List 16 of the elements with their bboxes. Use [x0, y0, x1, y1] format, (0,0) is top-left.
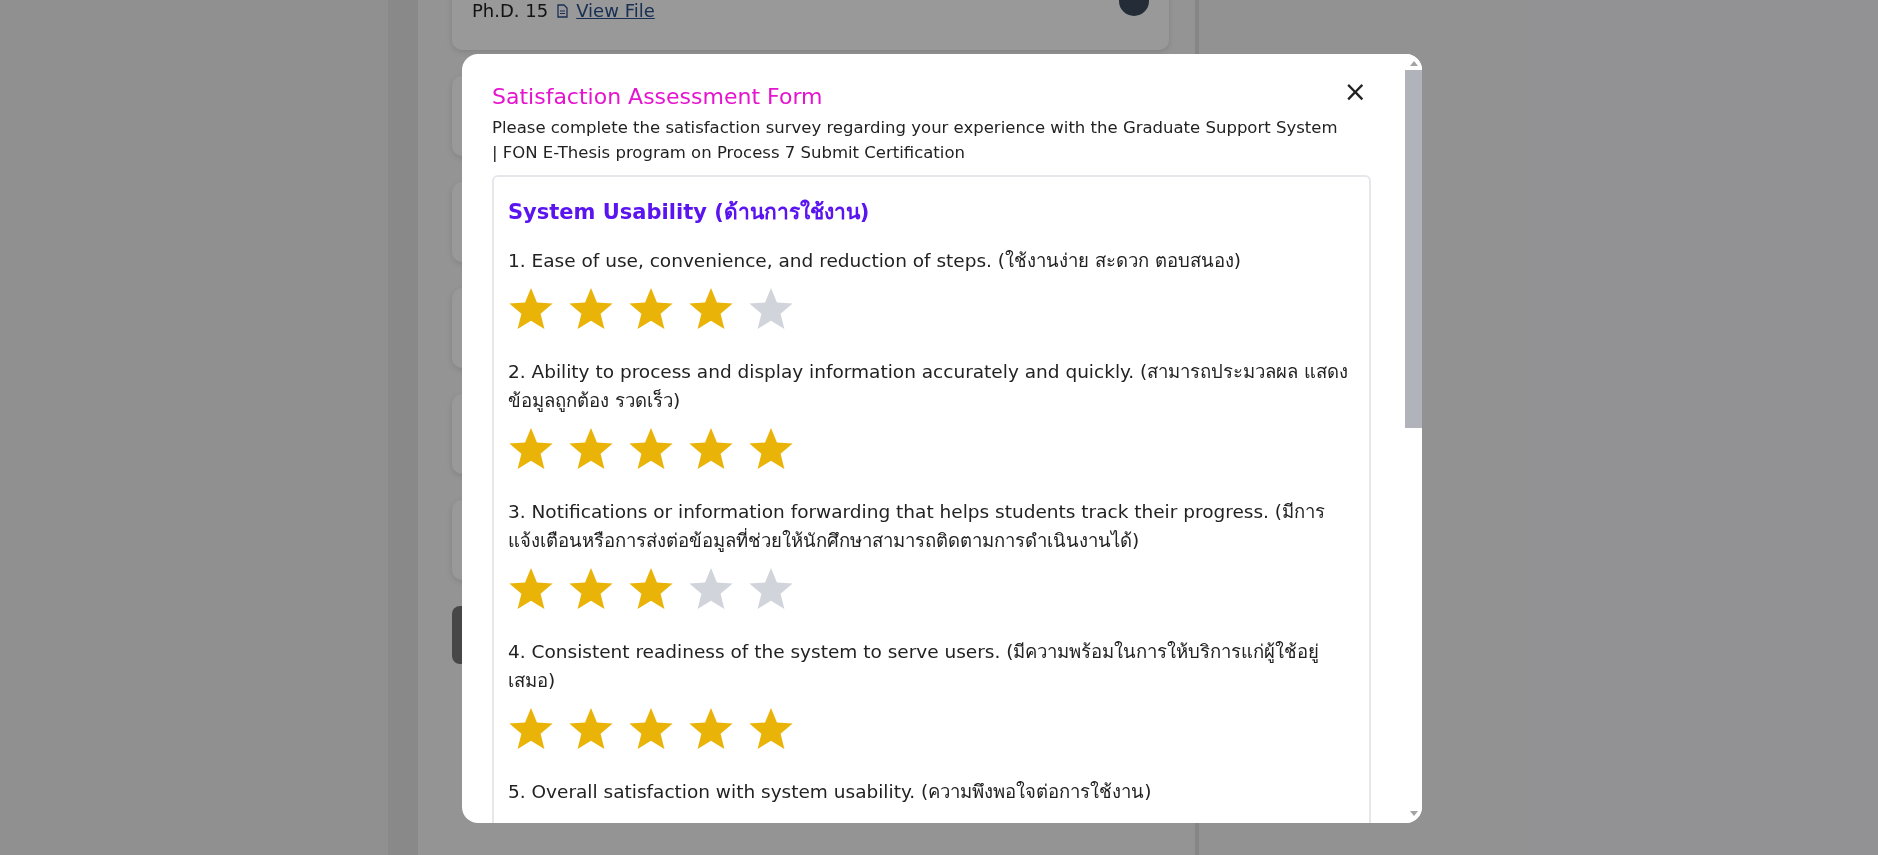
- view-file-link[interactable]: View File: [576, 0, 655, 21]
- scrollbar[interactable]: [1405, 54, 1422, 823]
- question-text: 1. Ease of use, convenience, and reduction of steps. (ใช้งานง่าย สะดวก ตอบสนอง): [508, 249, 1243, 273]
- question-text: 4. Consistent readiness of the system to serve users. (มีความพร้อมในการให้บริการแก่ผู้ใช้อยู่เสมอ): [508, 640, 1321, 693]
- modal-title: Satisfaction Assessment Form: [492, 84, 824, 109]
- close-button[interactable]: ×: [1339, 78, 1371, 106]
- question-text: 3. Notifications or information forwarding that helps students track their progress. (มีการแจ้งเตือนหรือการส่งต่อข้อมูลที่ช่วยให้นักศึกษาสามารถติดตามการดำเนินงานได้): [508, 500, 1327, 554]
- scroll-down-icon[interactable]: [1408, 811, 1419, 817]
- section-title: System Usability (ด้านการใช้งาน): [508, 198, 871, 226]
- scroll-thumb[interactable]: [1405, 70, 1422, 428]
- degree-label: Ph.D. 15: [472, 0, 549, 21]
- document-icon: [556, 3, 569, 18]
- question-text: 2. Ability to process and display information accurately and quickly. (สามารถประมวลผล แสดงข้อมูลถูกต้อง รวดเร็ว): [508, 360, 1350, 414]
- question-text: 5. Overall satisfaction with system usability. (ความพึงพอใจต่อการใช้งาน): [508, 780, 1153, 804]
- modal-description: Please complete the satisfaction survey regarding your experience with the Graduate Support System | FON E-Thesis program on Process 7 Submit Certification: [492, 117, 1339, 164]
- scroll-up-icon[interactable]: [1408, 60, 1419, 66]
